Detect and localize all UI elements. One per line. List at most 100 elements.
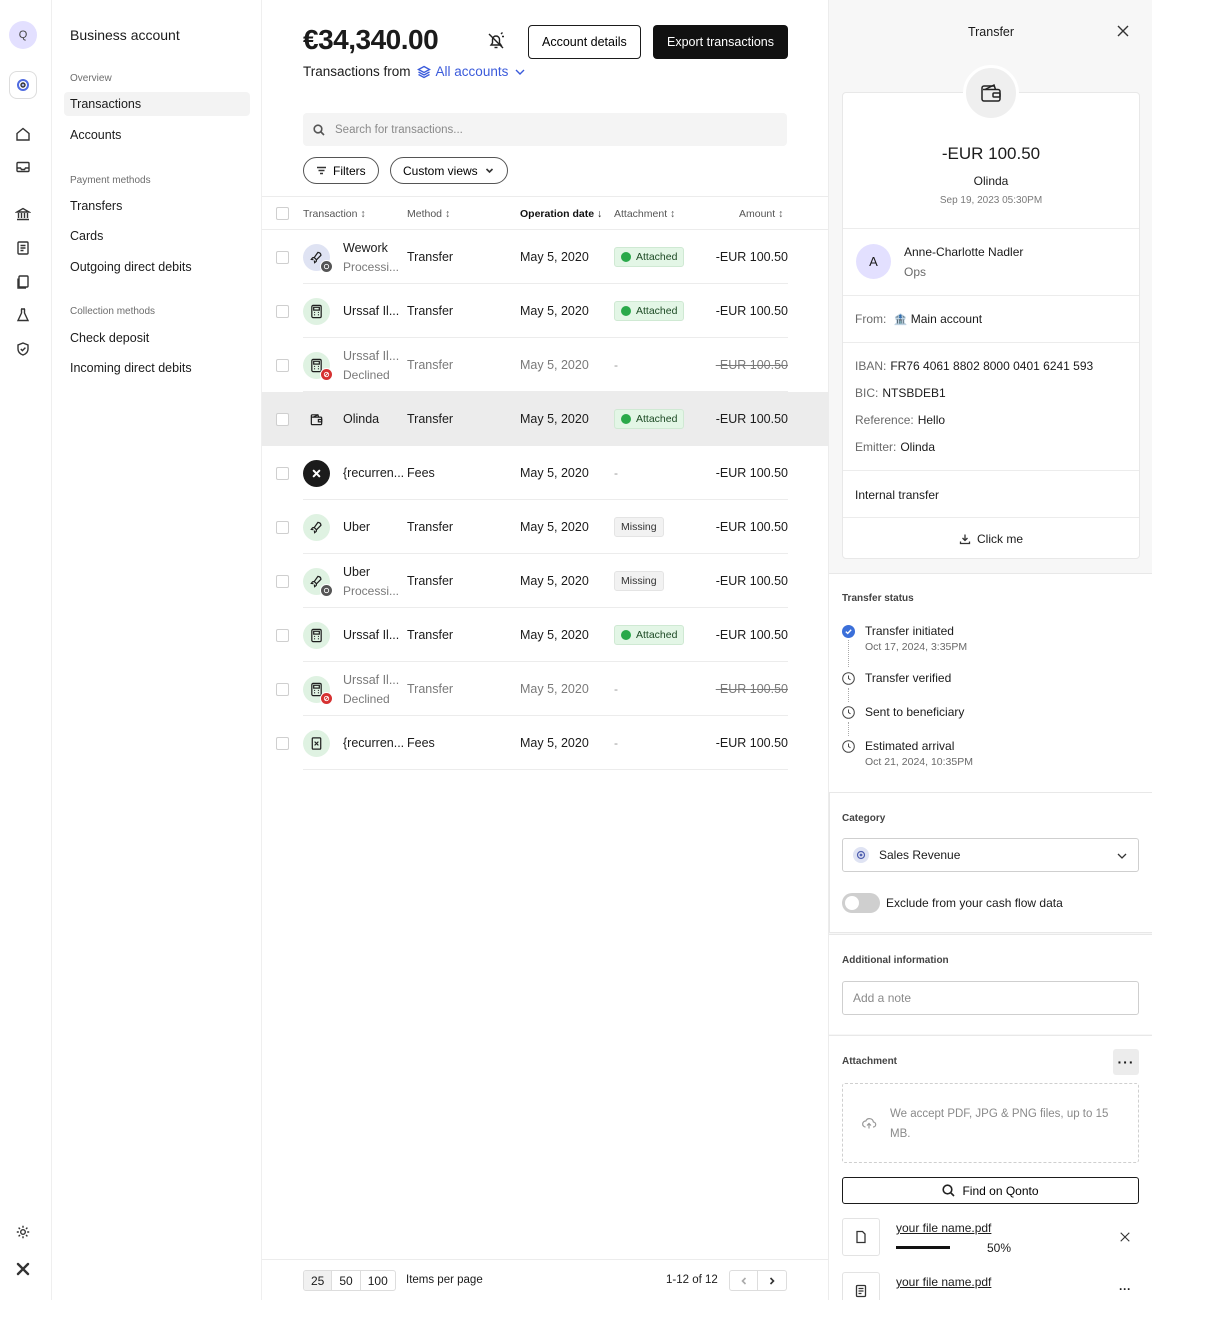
transaction-name: {recurren...: [343, 736, 405, 750]
missing-badge: Missing: [614, 517, 664, 537]
from-label: Transactions from: [303, 64, 411, 79]
inbox-icon[interactable]: [10, 154, 36, 180]
nav-item-cards[interactable]: Cards: [64, 224, 250, 248]
shield-icon[interactable]: [10, 336, 36, 362]
reference-row: Reference: Hello: [855, 413, 946, 427]
page-size-option[interactable]: 25: [304, 1271, 333, 1290]
transfer-summary-card: -EUR 100.50 Olinda Sep 19, 2023 05:30PM …: [842, 92, 1140, 559]
table-row[interactable]: Wework Processi... Transfer May 5, 2020 Atta…: [262, 230, 828, 284]
nav-item-transactions[interactable]: Transactions: [64, 92, 250, 116]
receipt-icon[interactable]: [10, 235, 36, 261]
transaction-status: Declined: [343, 692, 390, 706]
row-checkbox[interactable]: [276, 359, 289, 372]
transactions-from: Transactions from All accounts: [303, 64, 527, 79]
row-checkbox[interactable]: [276, 467, 289, 480]
file-more-icon[interactable]: ···: [1119, 1282, 1131, 1296]
attached-badge: Attached: [614, 409, 685, 429]
table-row[interactable]: Uber Processi... Transfer May 5, 2020 Missin…: [262, 554, 828, 608]
bank-icon[interactable]: [10, 201, 36, 227]
column-header-amount[interactable]: Amount ↕: [739, 208, 783, 220]
search-input[interactable]: [335, 123, 755, 136]
nav-item-outgoing-direct-debits[interactable]: Outgoing direct debits: [64, 255, 250, 279]
no-attachment: -: [614, 358, 618, 372]
exclude-cashflow-label: Exclude from your cash flow data: [886, 896, 1063, 910]
row-checkbox[interactable]: [276, 413, 289, 426]
table-row[interactable]: Urssaf Il... Declined Transfer May 5, 2020 -…: [262, 338, 828, 392]
table-row[interactable]: Urssaf Il... Transfer May 5, 2020 Attached -…: [262, 608, 828, 662]
notification-bell-icon[interactable]: [486, 31, 508, 53]
row-checkbox[interactable]: [276, 683, 289, 696]
export-transactions-button[interactable]: Export transactions: [653, 25, 788, 59]
remove-file-icon[interactable]: [1119, 1231, 1133, 1245]
transaction-method: Transfer: [407, 682, 454, 696]
column-header-operation-date[interactable]: Operation date ↓: [520, 208, 602, 220]
documents-icon[interactable]: [10, 269, 36, 295]
transaction-method: Fees: [407, 466, 435, 480]
attachment-cell: Attached: [614, 301, 685, 321]
previous-page-button[interactable]: [729, 1270, 758, 1291]
status-step-estimated-arrival: Estimated arrival Oct 21, 2024, 10:35PM: [842, 739, 1132, 771]
table-row[interactable]: Urssaf Il... Transfer May 5, 2020 Attached -…: [262, 284, 828, 338]
filters-button[interactable]: Filters: [303, 157, 379, 184]
row-checkbox[interactable]: [276, 305, 289, 318]
category-select[interactable]: Sales Revenue: [842, 838, 1139, 872]
close-icon[interactable]: [1116, 24, 1130, 38]
nav-item-transfers[interactable]: Transfers: [64, 194, 250, 218]
attachment-cell: -: [614, 679, 618, 699]
table-row[interactable]: {recurren... Fees May 5, 2020 - -EUR 100.50: [262, 446, 828, 500]
table-row[interactable]: {recurren... Fees May 5, 2020 - -EUR 100.50: [262, 716, 828, 770]
flask-icon[interactable]: [10, 302, 36, 328]
column-header-method[interactable]: Method ↕: [407, 208, 450, 220]
table-row[interactable]: Olinda Transfer May 5, 2020 Attached -EUR 10…: [262, 392, 828, 446]
table-row[interactable]: Uber Transfer May 5, 2020 Missing -EUR 100.5…: [262, 500, 828, 554]
select-all-checkbox[interactable]: [276, 207, 289, 220]
items-per-page-label: Items per page: [406, 1274, 483, 1286]
attachment-dropzone[interactable]: We accept PDF, JPG & PNG files, up to 15…: [842, 1083, 1139, 1163]
next-page-button[interactable]: [758, 1270, 787, 1291]
page-size-option[interactable]: 50: [332, 1271, 361, 1290]
transaction-amount: -EUR 100.50: [715, 574, 788, 588]
transaction-status: Processi...: [343, 584, 400, 598]
attached-badge: Attached: [614, 301, 685, 321]
nav-item-accounts[interactable]: Accounts: [64, 123, 250, 147]
click-me-button[interactable]: Click me: [843, 532, 1139, 546]
table-row[interactable]: Urssaf Il... Declined Transfer May 5, 2020 -…: [262, 662, 828, 716]
user-avatar: A: [856, 244, 891, 279]
balance-amount: €34,340.00: [303, 24, 439, 55]
nav-item-check-deposit[interactable]: Check deposit: [64, 326, 250, 350]
custom-views-button[interactable]: Custom views: [390, 157, 508, 184]
row-checkbox[interactable]: [276, 251, 289, 264]
attachment-more-button[interactable]: ···: [1113, 1049, 1139, 1075]
rocket-icon: [303, 514, 330, 541]
organization-avatar[interactable]: Q: [9, 21, 37, 49]
row-checkbox[interactable]: [276, 737, 289, 750]
clock-icon: [842, 672, 855, 685]
status-step-verified: Transfer verified: [842, 671, 1132, 689]
row-checkbox[interactable]: [276, 575, 289, 588]
file-name-link[interactable]: your file name.pdf: [896, 1275, 991, 1289]
home-icon[interactable]: [10, 121, 36, 147]
search-bar[interactable]: [303, 113, 787, 146]
page-size-option[interactable]: 100: [361, 1271, 395, 1290]
settings-gear-icon[interactable]: [10, 1219, 36, 1245]
account-details-button[interactable]: Account details: [528, 25, 641, 59]
qonto-logo-icon[interactable]: [9, 71, 37, 99]
column-header-transaction[interactable]: Transaction ↕: [303, 208, 366, 220]
find-on-qonto-button[interactable]: Find on Qonto: [842, 1177, 1139, 1204]
iban-row: IBAN: FR76 4061 8802 8000 0401 6241 593: [855, 359, 1094, 373]
upload-hint: We accept PDF, JPG & PNG files, up to 15…: [890, 1108, 1109, 1140]
note-input[interactable]: [842, 981, 1139, 1015]
filter-icon: [317, 166, 326, 175]
search-icon: [313, 123, 325, 136]
transaction-method: Fees: [407, 736, 435, 750]
exclude-cashflow-toggle[interactable]: [842, 893, 880, 913]
accounts-selector[interactable]: All accounts: [416, 64, 528, 79]
nav-item-incoming-direct-debits[interactable]: Incoming direct debits: [64, 356, 250, 380]
transaction-name: Wework: [343, 241, 388, 255]
row-checkbox[interactable]: [276, 521, 289, 534]
row-checkbox[interactable]: [276, 629, 289, 642]
check-icon: [621, 252, 631, 262]
column-header-attachment[interactable]: Attachment ↕: [614, 208, 675, 220]
file-name-link[interactable]: your file name.pdf: [896, 1221, 991, 1235]
app-rail: Q: [0, 0, 52, 1300]
